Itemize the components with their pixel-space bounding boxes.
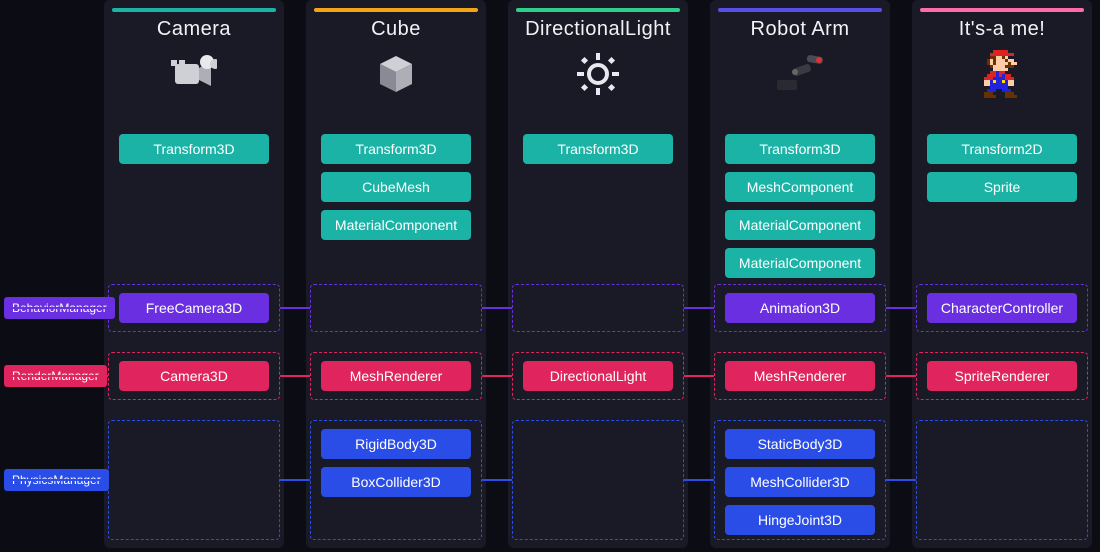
data-component-pill: Transform3D (523, 134, 673, 164)
data-component-pill: Transform3D (725, 134, 875, 164)
physics-component-pill: StaticBody3D (725, 429, 875, 459)
data-component-pill: CubeMesh (321, 172, 471, 202)
physics-manager-connector (4, 479, 108, 481)
render-component-pill: DirectionalLight (523, 361, 673, 391)
data-component-pill: Transform3D (119, 134, 269, 164)
physics-manager-cell (512, 420, 684, 540)
render-component-pill: SpriteRenderer (927, 361, 1077, 391)
entity-color-bar (314, 8, 478, 12)
entity-color-bar (112, 8, 276, 12)
camera-icon (104, 49, 284, 99)
entity-title: DirectionalLight (508, 18, 688, 41)
entity-title: Camera (104, 18, 284, 41)
behavior-component-pill: FreeCamera3D (119, 293, 269, 323)
gear-icon (508, 49, 688, 99)
cube-icon (306, 49, 486, 99)
entity-title: Robot Arm (710, 18, 890, 41)
behavior-manager-cell: Animation3D (714, 284, 886, 332)
physics-manager-connector (280, 479, 310, 481)
render-manager-connector (482, 375, 512, 377)
behavior-manager-cell (310, 284, 482, 332)
data-component-pill: MaterialComponent (725, 210, 875, 240)
behavior-manager-connector (886, 307, 916, 309)
physics-manager-cell (108, 420, 280, 540)
data-component-pill: MaterialComponent (725, 248, 875, 278)
data-component-pill: MaterialComponent (321, 210, 471, 240)
render-manager-connector (4, 375, 108, 377)
physics-component-pill: HingeJoint3D (725, 505, 875, 535)
behavior-manager-connector (482, 307, 512, 309)
entity-color-bar (516, 8, 680, 12)
render-manager-connector (684, 375, 714, 377)
behavior-manager-connector (684, 307, 714, 309)
behavior-manager-cell (512, 284, 684, 332)
robot-icon (710, 49, 890, 99)
render-manager-cell: MeshRenderer (310, 352, 482, 400)
behavior-manager-connector (280, 307, 310, 309)
physics-manager-cell: StaticBody3D MeshCollider3D HingeJoint3D (714, 420, 886, 540)
physics-manager-connector (684, 479, 714, 481)
physics-component-pill: MeshCollider3D (725, 467, 875, 497)
render-manager-connector (886, 375, 916, 377)
render-manager-cell: SpriteRenderer (916, 352, 1088, 400)
physics-component-pill: BoxCollider3D (321, 467, 471, 497)
behavior-manager-connector (4, 307, 108, 309)
data-component-pill: Sprite (927, 172, 1077, 202)
mario-icon (912, 49, 1092, 99)
physics-manager-cell (916, 420, 1088, 540)
render-component-pill: Camera3D (119, 361, 269, 391)
entity-color-bar (718, 8, 882, 12)
physics-manager-connector (482, 479, 512, 481)
physics-component-pill: RigidBody3D (321, 429, 471, 459)
render-manager-cell: MeshRenderer (714, 352, 886, 400)
render-component-pill: MeshRenderer (321, 361, 471, 391)
entity-title: It's-a me! (912, 18, 1092, 41)
data-component-pill: MeshComponent (725, 172, 875, 202)
behavior-manager-cell: FreeCamera3D (108, 284, 280, 332)
render-component-pill: MeshRenderer (725, 361, 875, 391)
physics-manager-connector (886, 479, 916, 481)
behavior-manager-cell: CharacterController (916, 284, 1088, 332)
render-manager-connector (280, 375, 310, 377)
data-component-pill: Transform3D (321, 134, 471, 164)
physics-manager-cell: RigidBody3D BoxCollider3D (310, 420, 482, 540)
render-manager-cell: Camera3D (108, 352, 280, 400)
render-manager-cell: DirectionalLight (512, 352, 684, 400)
entity-color-bar (920, 8, 1084, 12)
behavior-component-pill: Animation3D (725, 293, 875, 323)
data-component-pill: Transform2D (927, 134, 1077, 164)
behavior-component-pill: CharacterController (927, 293, 1077, 323)
entity-title: Cube (306, 18, 486, 41)
